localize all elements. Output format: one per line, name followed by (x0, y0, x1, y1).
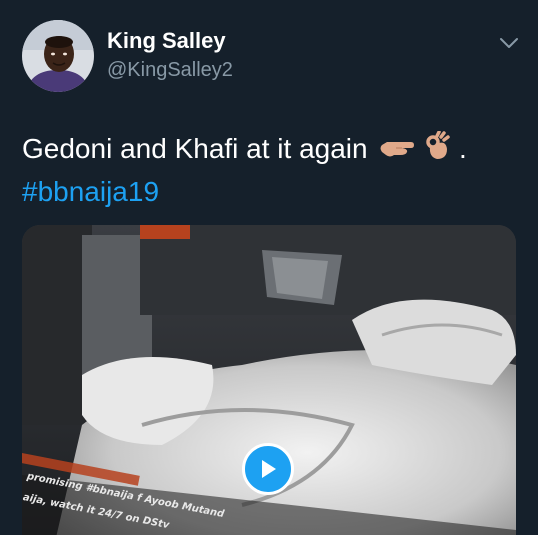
play-icon (262, 460, 276, 478)
chevron-down-icon (500, 38, 518, 48)
ok-hand-icon (425, 130, 451, 170)
tweet-menu-button[interactable] (498, 34, 520, 52)
user-info[interactable]: King Salley @KingSalley2 (107, 27, 233, 83)
tweet-text: Gedoni and Khafi at it again . (22, 130, 467, 170)
avatar[interactable] (22, 20, 94, 92)
user-handle[interactable]: @KingSalley2 (107, 57, 233, 83)
avatar-photo-icon (22, 20, 94, 92)
play-button[interactable] (242, 443, 294, 495)
tweet-text-body: Gedoni and Khafi at it again (22, 133, 368, 164)
display-name[interactable]: King Salley (107, 27, 233, 55)
tweet-text-suffix: . (458, 133, 467, 164)
pointing-left-hand-icon (378, 133, 415, 169)
hashtag-link[interactable]: #bbnaija19 (22, 174, 159, 210)
tweet-card: King Salley @KingSalley2 Gedoni and Khaf… (0, 0, 538, 535)
video-player[interactable]: promising #bbnaija f Ayoob Mutand aija, … (22, 225, 516, 535)
